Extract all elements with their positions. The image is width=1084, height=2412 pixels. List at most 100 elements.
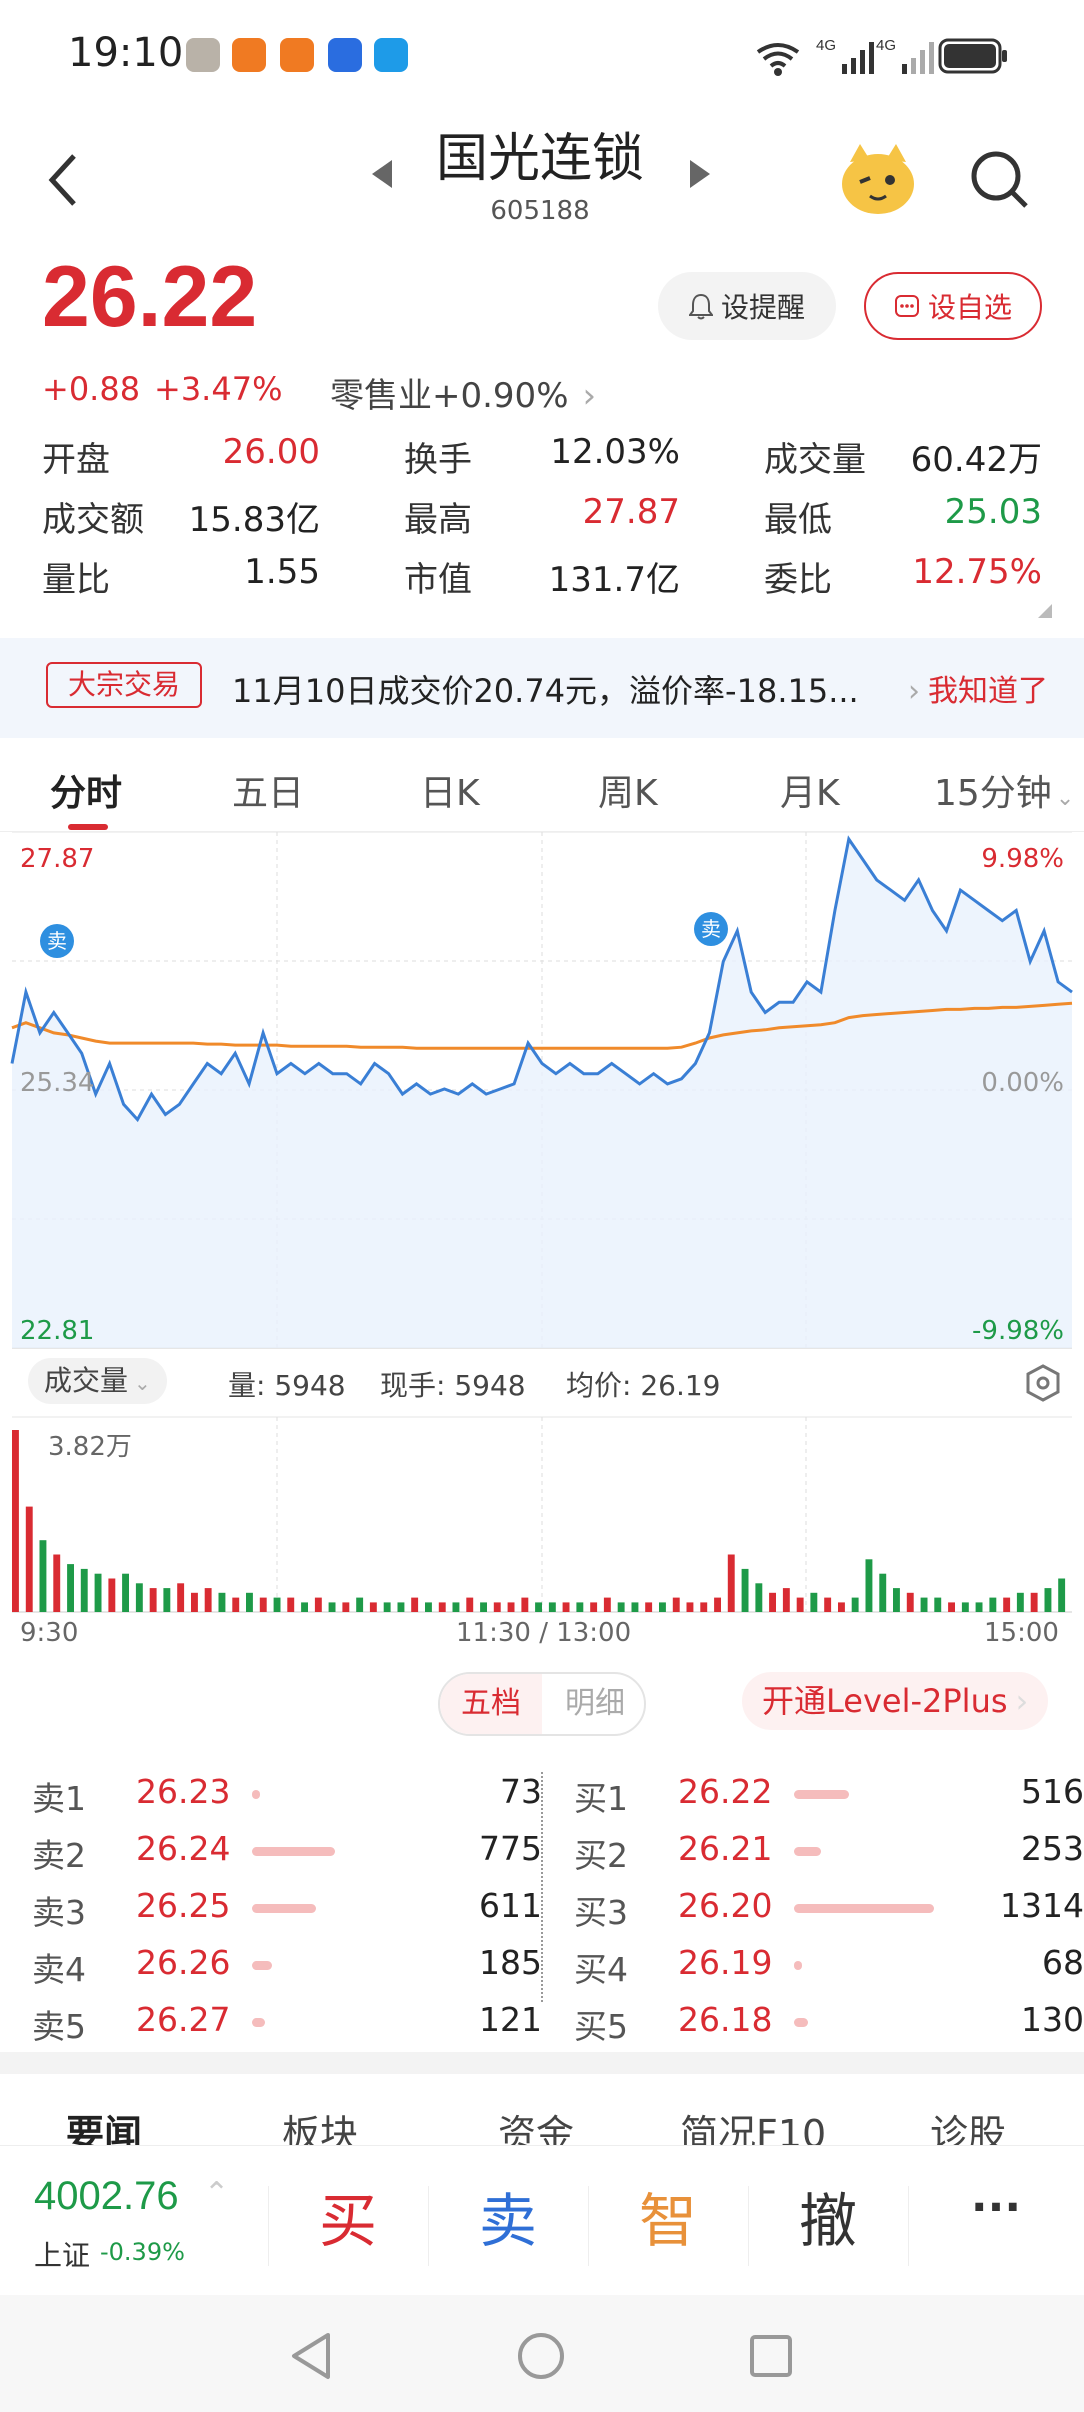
volume-bar: [438, 1602, 446, 1612]
volume-bar: [67, 1564, 74, 1612]
buy-button[interactable]: 买: [268, 2174, 428, 2258]
tab-intraday[interactable]: 分时: [50, 764, 122, 816]
sell-volume-bar: [252, 1904, 317, 1913]
sector-link[interactable]: 零售业+0.90% ›: [330, 368, 596, 417]
cancel-order-button[interactable]: 撤: [748, 2174, 908, 2258]
mascot-icon[interactable]: [838, 138, 918, 218]
volume-bar: [218, 1592, 226, 1612]
volume-bar: [94, 1573, 102, 1612]
volume-bar: [383, 1602, 391, 1612]
intraday-chart[interactable]: 27.87 25.34 22.81 9.98% 0.00% -9.98% 卖 卖…: [0, 831, 1084, 1672]
dismiss-notice-button[interactable]: › 我知道了: [908, 666, 1048, 710]
stat-value: 12.03%: [550, 432, 680, 472]
sell-button[interactable]: 卖: [428, 2174, 588, 2258]
sell-volume-bar: [252, 1961, 272, 1970]
buy-level-price: 26.18: [678, 2000, 773, 2039]
volume-bar: [1016, 1592, 1024, 1612]
index-name: 上证: [34, 2239, 91, 2272]
back-icon[interactable]: [44, 150, 84, 210]
tab-5day[interactable]: 五日: [232, 764, 304, 816]
active-tab-indicator: [68, 824, 108, 830]
tab-five-level[interactable]: 五档: [440, 1674, 542, 1734]
volume-bar: [617, 1602, 625, 1612]
buy-volume-bar: [794, 1847, 821, 1856]
volume-bar: [700, 1602, 708, 1612]
buy-level-volume: 130: [1021, 2000, 1084, 2039]
sell-level-price: 26.26: [136, 1943, 231, 1982]
chart-canvas[interactable]: [0, 831, 1084, 1672]
price-change-pct: +3.47%: [154, 370, 283, 408]
nav-back-icon[interactable]: [288, 2331, 332, 2381]
volume-bar: [149, 1588, 157, 1612]
next-stock-icon[interactable]: [688, 158, 712, 190]
tab-capital[interactable]: 资金: [498, 2103, 574, 2145]
volume-bar: [411, 1597, 419, 1612]
search-icon[interactable]: [968, 148, 1032, 212]
volume-bar: [796, 1597, 804, 1612]
more-button[interactable]: ···: [908, 2182, 1084, 2233]
sell-level-label: 卖2: [32, 1836, 86, 1875]
tab-monthly-k[interactable]: 月K: [780, 764, 840, 816]
volume-bar: [191, 1592, 198, 1612]
add-watchlist-button[interactable]: 设自选: [864, 272, 1042, 340]
chevron-right-icon: ›: [582, 376, 597, 416]
stat-value: 25.03: [944, 492, 1042, 532]
sell-level-label: 卖4: [32, 1950, 86, 1989]
indicator-select[interactable]: 成交量 ⌄: [28, 1358, 167, 1404]
volume-bar: [576, 1602, 584, 1612]
volume-bar: [989, 1597, 997, 1612]
settings-hexagon-icon[interactable]: [1024, 1364, 1062, 1402]
tab-sector[interactable]: 板块: [282, 2103, 358, 2145]
tab-diagnosis[interactable]: 诊股: [930, 2103, 1006, 2145]
buy-level-label: 买3: [574, 1893, 628, 1932]
stat-label: 最低: [764, 500, 832, 540]
price-change: +0.88: [42, 370, 141, 408]
volume-bar: [631, 1602, 639, 1612]
signal-battery-icons: 4G 4G: [756, 37, 1007, 76]
svg-text:4G: 4G: [876, 37, 896, 54]
volume-bar: [108, 1578, 116, 1612]
buy-level-price: 26.22: [678, 1772, 773, 1811]
volume-peak-label: 3.82万: [48, 1432, 132, 1462]
pct-axis-bottom: -9.98%: [972, 1316, 1064, 1346]
buy-volume-bar: [794, 1961, 802, 1970]
tab-detail[interactable]: 明细: [544, 1674, 644, 1734]
tab-15min[interactable]: 15分钟 ⌄: [934, 764, 1074, 816]
stat-value: 60.42万: [910, 440, 1042, 480]
sector-name: 零售业: [330, 376, 432, 416]
sell-marker[interactable]: 卖: [694, 912, 728, 946]
tab-weekly-k[interactable]: 周K: [598, 764, 658, 816]
prev-stock-icon[interactable]: [370, 158, 394, 190]
notice-text[interactable]: 11月10日成交价20.74元，溢价率-18.15...: [232, 666, 859, 712]
tab-daily-k[interactable]: 日K: [420, 764, 480, 816]
volume-qty: 量: 5948: [228, 1369, 346, 1402]
index-ticker[interactable]: 4002.76 ⌃ 上证 -0.39%: [0, 2146, 268, 2296]
chevron-up-icon: ⌃: [204, 2176, 230, 2211]
add-watchlist-label: 设自选: [927, 291, 1012, 324]
tab-f10[interactable]: 简况F10: [680, 2103, 826, 2145]
volume-bar: [838, 1602, 845, 1612]
index-value: 4002.76: [34, 2174, 179, 2218]
volume-bar: [755, 1583, 763, 1612]
volume-bar: [314, 1597, 322, 1612]
expand-corner-icon[interactable]: [1036, 602, 1054, 620]
pct-axis-mid: 0.00%: [981, 1068, 1064, 1098]
tab-news[interactable]: 要闻: [66, 2103, 142, 2145]
sell-level-price: 26.24: [136, 1829, 231, 1868]
volume-bar: [328, 1602, 336, 1612]
smart-button[interactable]: 智: [588, 2174, 748, 2258]
volume-bar: [507, 1602, 515, 1612]
order-book: 五档 明细 开通Level-2Plus › 卖1 26.23 73 卖2 26.24 775…: [0, 1672, 1084, 2052]
stock-header: 国光连锁 605188: [0, 110, 1084, 250]
nav-home-icon[interactable]: [516, 2331, 566, 2381]
nav-recents-icon[interactable]: [748, 2333, 794, 2379]
sell-marker[interactable]: 卖: [40, 924, 74, 958]
level2-upgrade-button[interactable]: 开通Level-2Plus ›: [742, 1672, 1049, 1730]
buy-level-label: 买2: [574, 1836, 628, 1875]
volume-bar: [948, 1602, 955, 1612]
volume-bar: [645, 1602, 653, 1612]
price-axis-mid: 25.34: [20, 1068, 95, 1098]
volume-now: 现手: 5948: [380, 1369, 526, 1402]
set-alert-button[interactable]: 设提醒: [658, 272, 836, 340]
stat-value: 131.7亿: [548, 560, 680, 600]
